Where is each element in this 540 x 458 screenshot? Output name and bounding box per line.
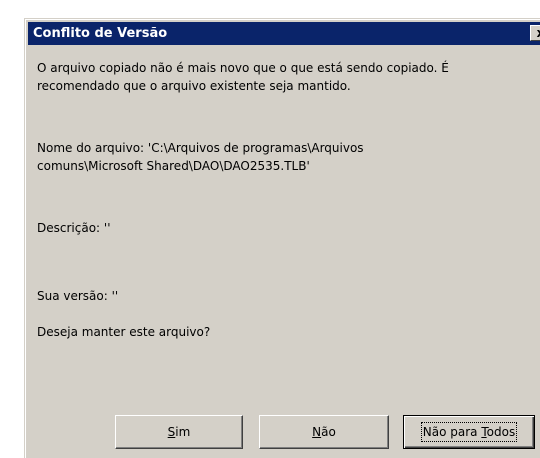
no-label: ão: [321, 425, 336, 439]
no-button[interactable]: Não: [259, 415, 389, 449]
dialog-title: Conflito de Versão: [33, 26, 168, 41]
no-to-all-label-prefix: Não para: [422, 425, 482, 439]
question-text: Deseja manter este arquivo?: [37, 325, 211, 339]
no-to-all-button[interactable]: Não para Todos: [403, 415, 535, 449]
close-button[interactable]: x: [530, 25, 540, 41]
description-label: Descrição: '': [37, 221, 111, 235]
no-mnemonic: N: [312, 425, 322, 439]
focus-rect: Não para Todos: [420, 422, 518, 442]
yes-label: im: [175, 425, 191, 439]
your-version-label: Sua versão: '': [37, 289, 119, 303]
no-to-all-label-rest: odos: [486, 425, 516, 439]
filename-line-2: comuns\Microsoft Shared\DAO\DAO2535.TLB': [37, 159, 310, 173]
message-line-2: recomendado que o arquivo existente seja…: [37, 79, 351, 93]
filename-line-1: Nome do arquivo: 'C:\Arquivos de program…: [37, 141, 364, 155]
title-bar[interactable]: Conflito de Versão x: [28, 22, 540, 45]
close-icon: x: [537, 26, 540, 40]
message-line-1: O arquivo copiado não é mais novo que o …: [37, 61, 449, 75]
version-conflict-dialog: Conflito de Versão x O arquivo copiado n…: [24, 18, 540, 458]
yes-button[interactable]: Sim: [115, 415, 243, 449]
